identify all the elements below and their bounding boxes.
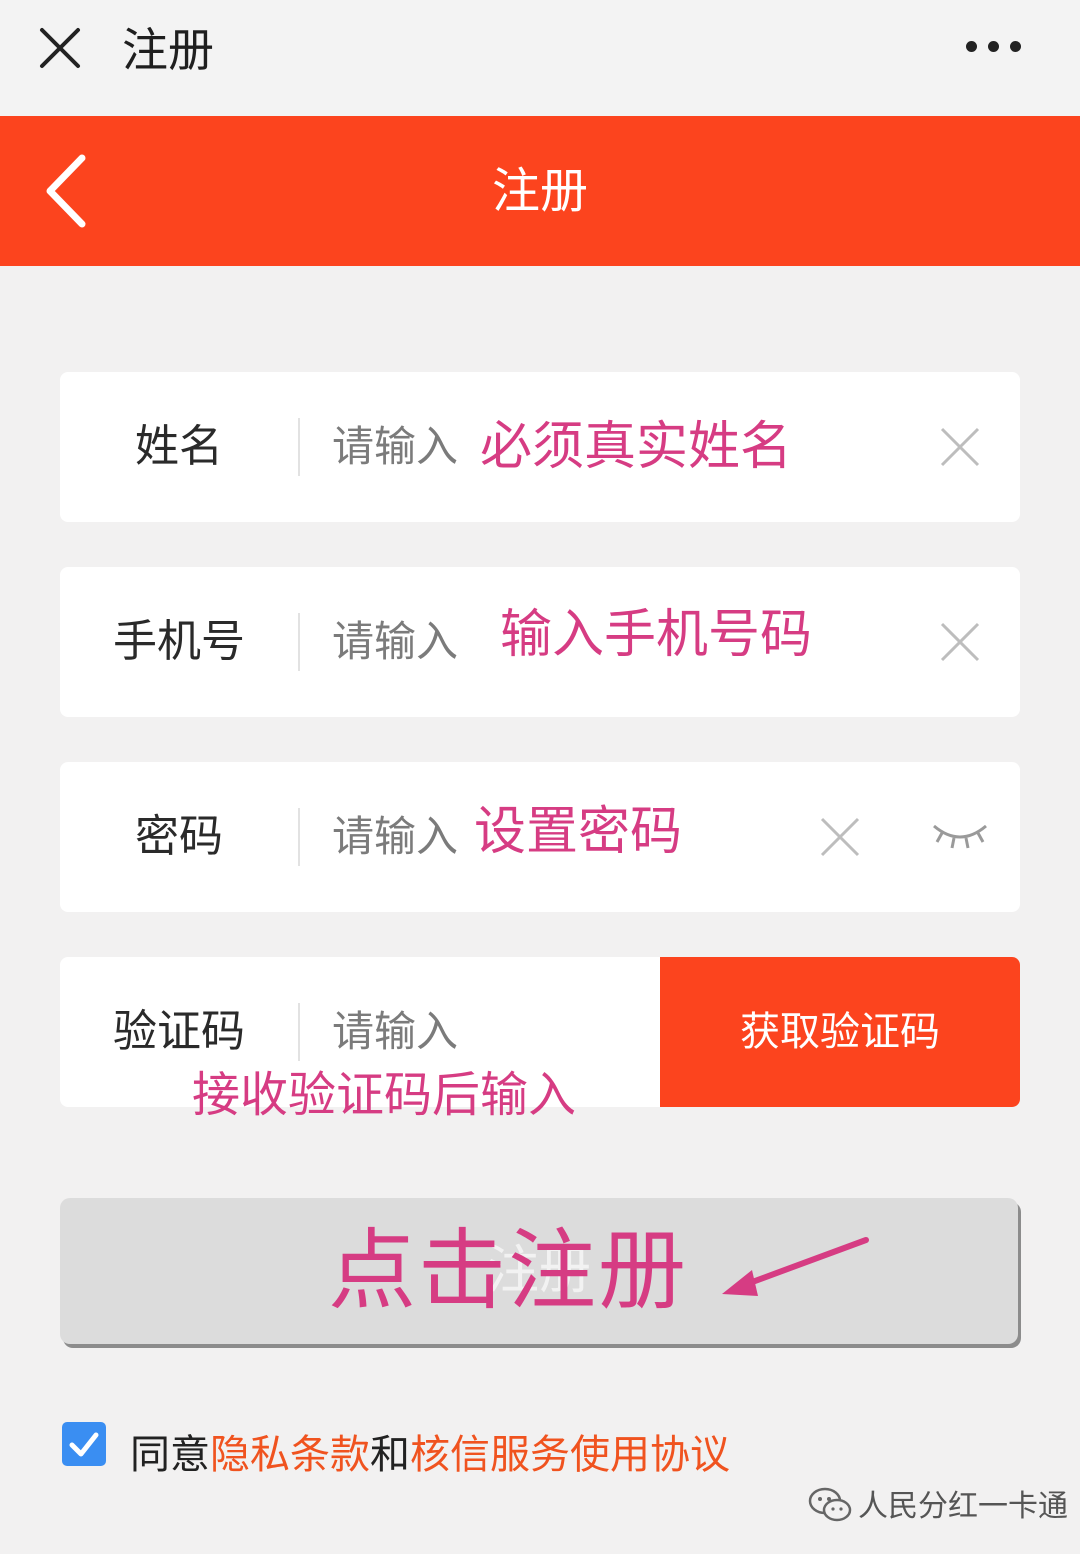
agree-checkbox[interactable] (62, 1422, 106, 1466)
name-annotation: 必须真实姓名 (480, 417, 793, 477)
name-label: 姓名 (135, 421, 223, 472)
close-icon[interactable] (36, 24, 84, 72)
watermark: 人民分红一卡通 (808, 1480, 1068, 1534)
phone-input[interactable]: 请输入 (332, 567, 458, 717)
topbar-title: 注册 (122, 23, 214, 77)
phone-field: 手机号 请输入 输入手机号码 (60, 567, 1020, 717)
register-annotation: 点击注册 (328, 1219, 689, 1322)
password-field: 密码 请输入 设置密码 (60, 762, 1020, 912)
watermark-text: 人民分红一卡通 (858, 1489, 1068, 1524)
privacy-link[interactable]: 隐私条款 (210, 1432, 370, 1478)
field-divider (298, 1003, 300, 1061)
name-field: 姓名 请输入 必须真实姓名 (60, 372, 1020, 522)
phone-annotation: 输入手机号码 (500, 605, 813, 665)
password-annotation: 设置密码 (474, 802, 683, 862)
wechat-icon (808, 1487, 852, 1522)
agreement-text: 同意隐私条款和核信服务使用协议 (130, 1420, 730, 1490)
password-input[interactable]: 请输入 (332, 762, 458, 912)
phone-label: 手机号 (113, 616, 245, 667)
field-divider (298, 418, 300, 476)
register-button[interactable]: 注册 点击注册 (60, 1198, 1018, 1344)
checkmark-icon (69, 1432, 99, 1457)
password-label: 密码 (135, 811, 223, 862)
agreement-and: 和 (370, 1432, 410, 1478)
page-header: 注册 (0, 116, 1080, 266)
clear-icon[interactable] (936, 618, 984, 666)
get-code-button[interactable]: 获取验证码 (660, 957, 1020, 1107)
service-agreement-link[interactable]: 核信服务使用协议 (410, 1432, 730, 1478)
annotation-arrow-icon (722, 1237, 869, 1296)
field-divider (298, 808, 300, 866)
agreement-prefix: 同意 (130, 1432, 210, 1478)
page-title: 注册 (491, 163, 588, 219)
more-icon[interactable] (966, 40, 1022, 54)
name-input[interactable]: 请输入 (332, 372, 458, 522)
clear-icon[interactable] (816, 813, 864, 861)
clear-icon[interactable] (936, 423, 984, 471)
back-arrow-icon[interactable] (42, 152, 94, 230)
field-divider (298, 613, 300, 671)
code-annotation: 接收验证码后输入 (192, 1067, 577, 1123)
eye-closed-icon[interactable] (930, 814, 990, 854)
browser-topbar: 注册 (0, 0, 1080, 116)
